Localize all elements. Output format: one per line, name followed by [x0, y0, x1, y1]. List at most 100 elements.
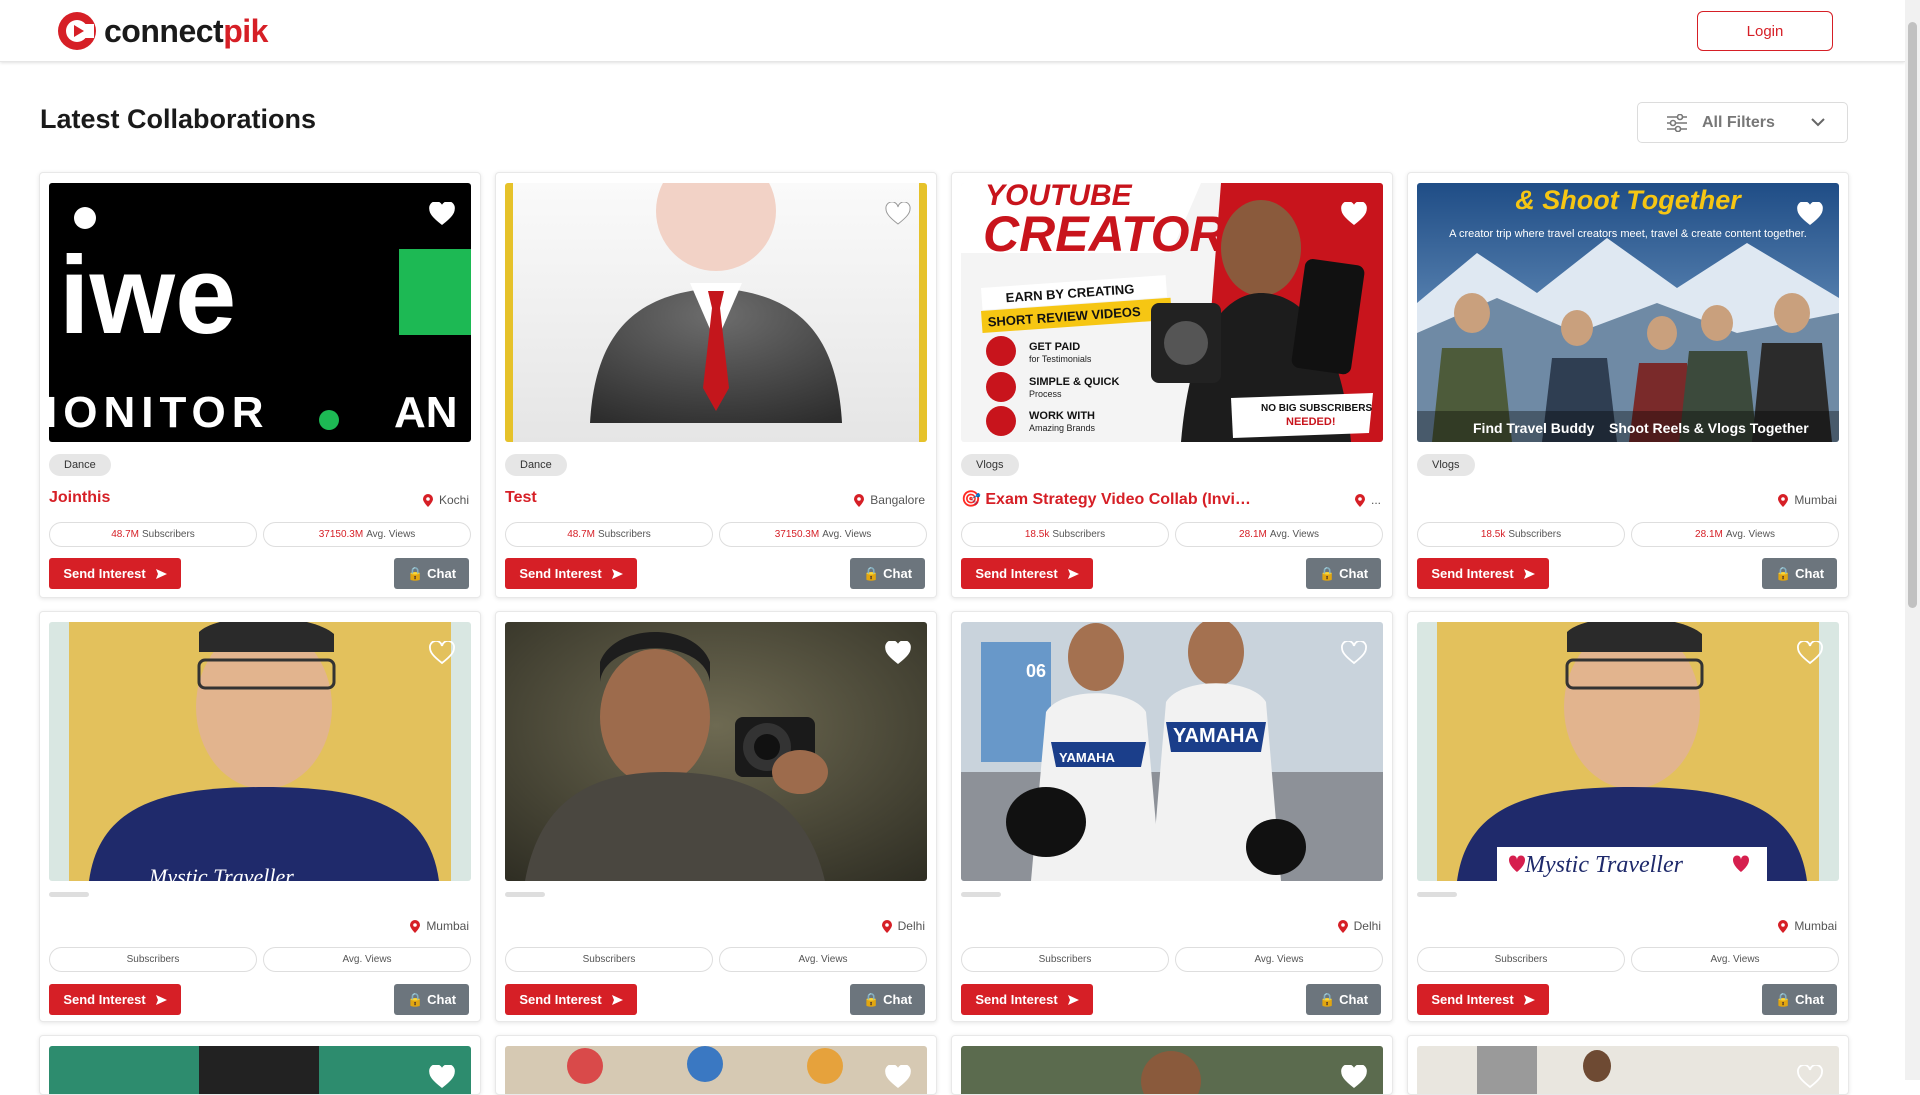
heart-icon[interactable] — [429, 641, 455, 665]
brand-logo[interactable]: connectpik — [56, 10, 268, 52]
stats-row: 18.5k Subscribers 28.1M Avg. Views — [961, 522, 1383, 547]
scrollbar-thumb[interactable] — [1908, 22, 1917, 608]
send-interest-label: Send Interest — [1431, 566, 1514, 581]
collab-card[interactable] — [951, 1035, 1393, 1095]
chat-button[interactable]: 🔒 Chat — [394, 558, 469, 589]
collab-card[interactable]: Delhi Subscribers Avg. Views Send Intere… — [495, 611, 937, 1022]
collab-card[interactable] — [39, 1035, 481, 1095]
card-thumbnail[interactable]: YOUTUBE CREATOR? EARN BY CREATING SHORT … — [961, 183, 1383, 442]
svg-text:06: 06 — [1026, 661, 1046, 681]
chat-button[interactable]: 🔒 Chat — [1762, 984, 1837, 1015]
collab-card[interactable]: YOUTUBE CREATOR? EARN BY CREATING SHORT … — [951, 172, 1393, 598]
heart-icon[interactable] — [885, 202, 911, 226]
card-thumbnail[interactable]: 06 YAMAHA YAMAHA — [961, 622, 1383, 881]
subscribers-stat: 18.5k Subscribers — [1417, 522, 1625, 547]
card-thumbnail[interactable] — [505, 183, 927, 442]
collab-card[interactable]: Mystic Traveller Mumbai Subscribers Avg.… — [1407, 611, 1849, 1022]
creator-name[interactable]: Test — [505, 489, 537, 507]
location-label: Mumbai — [1794, 919, 1837, 933]
chat-button[interactable]: 🔒 Chat — [394, 984, 469, 1015]
send-interest-button[interactable]: Send Interest — [49, 558, 181, 589]
page-scrollbar[interactable] — [1905, 0, 1920, 1080]
stats-row: 48.7M Subscribers 37150.3M Avg. Views — [505, 522, 927, 547]
svg-text:AN: AN — [394, 388, 458, 437]
heart-icon[interactable] — [1797, 641, 1823, 665]
creator-name[interactable]: Jointhis — [49, 489, 110, 507]
heart-icon[interactable] — [1341, 641, 1367, 665]
location-label: ... — [1370, 493, 1381, 507]
top-navbar: connectpik Login — [0, 0, 1905, 62]
heart-icon[interactable] — [885, 641, 911, 665]
all-filters-button[interactable]: All Filters — [1637, 102, 1848, 143]
avg-views-stat: 28.1M Avg. Views — [1631, 522, 1839, 547]
location-pin-icon — [1778, 493, 1789, 507]
creator-name[interactable]: 🎯 Exam Strategy Video Collab (Invite... — [961, 489, 1251, 509]
send-arrow-icon — [611, 568, 623, 579]
lock-icon: 🔒 — [1318, 565, 1336, 581]
collaborations-grid: iwe IONITOR AN Dance Jointhis Kochi 48.7… — [39, 172, 1849, 1095]
heart-icon[interactable] — [1797, 1065, 1823, 1089]
collab-card[interactable]: Dance Test Bangalore 48.7M Subscribers 37… — [495, 172, 937, 598]
chat-button[interactable]: 🔒 Chat — [850, 558, 925, 589]
card-thumbnail[interactable] — [961, 1046, 1383, 1094]
thumbnail-image: YOUTUBE CREATOR? EARN BY CREATING SHORT … — [961, 183, 1383, 442]
send-interest-label: Send Interest — [1431, 992, 1514, 1007]
send-interest-button[interactable]: Send Interest — [49, 984, 181, 1015]
subscribers-value: 18.5k — [1024, 529, 1050, 540]
collab-card[interactable]: & Shoot Together A creator trip where tr… — [1407, 172, 1849, 598]
subscribers-stat: 48.7M Subscribers — [49, 522, 257, 547]
send-interest-button[interactable]: Send Interest — [505, 558, 637, 589]
category-tag[interactable]: Vlogs — [1417, 454, 1475, 476]
heart-icon[interactable] — [885, 1065, 911, 1089]
brand-name: connectpik — [104, 13, 268, 50]
svg-text:NEEDED!: NEEDED! — [1286, 416, 1336, 428]
chat-button[interactable]: 🔒 Chat — [850, 984, 925, 1015]
lock-icon: 🔒 — [1318, 991, 1336, 1007]
location-pin-icon — [1337, 919, 1348, 933]
collab-card[interactable] — [1407, 1035, 1849, 1095]
login-button[interactable]: Login — [1697, 11, 1833, 51]
heart-icon[interactable] — [1341, 1065, 1367, 1089]
collab-card[interactable]: 06 YAMAHA YAMAHA Delhi Subscribers Avg. … — [951, 611, 1393, 1022]
category-tag[interactable]: Vlogs — [961, 454, 1019, 476]
card-thumbnail[interactable] — [49, 1046, 471, 1094]
svg-text:Find Travel Buddy: Find Travel Buddy — [1473, 420, 1595, 436]
svg-text:CREATOR?: CREATOR? — [983, 206, 1256, 262]
chat-label: Chat — [427, 566, 457, 581]
chat-button[interactable]: 🔒 Chat — [1306, 984, 1381, 1015]
subscribers-value: 18.5k — [1480, 529, 1506, 540]
avg-views-stat: 37150.3M Avg. Views — [263, 522, 471, 547]
send-arrow-icon — [611, 994, 623, 1005]
chat-button[interactable]: 🔒 Chat — [1306, 558, 1381, 589]
location: Bangalore — [854, 493, 925, 507]
heart-icon[interactable] — [1797, 202, 1823, 226]
card-thumbnail[interactable]: iwe IONITOR AN — [49, 183, 471, 442]
chat-button[interactable]: 🔒 Chat — [1762, 558, 1837, 589]
send-interest-button[interactable]: Send Interest — [505, 984, 637, 1015]
stats-row: 48.7M Subscribers 37150.3M Avg. Views — [49, 522, 471, 547]
category-tag[interactable]: Dance — [49, 454, 111, 476]
card-thumbnail[interactable]: Mystic Traveller — [49, 622, 471, 881]
category-tag[interactable]: Dance — [505, 454, 567, 476]
send-interest-button[interactable]: Send Interest — [1417, 984, 1549, 1015]
collab-card[interactable]: Mystic Traveller Mumbai Subscribers Avg.… — [39, 611, 481, 1022]
card-thumbnail[interactable] — [505, 622, 927, 881]
send-interest-button[interactable]: Send Interest — [961, 984, 1093, 1015]
collab-card[interactable] — [495, 1035, 937, 1095]
heart-icon[interactable] — [429, 1065, 455, 1089]
thumbnail-image — [961, 1046, 1383, 1094]
stats-row: Subscribers Avg. Views — [505, 947, 927, 972]
heart-icon[interactable] — [429, 202, 455, 226]
location: Mumbai — [410, 919, 469, 933]
card-thumbnail[interactable] — [505, 1046, 927, 1094]
collab-card[interactable]: iwe IONITOR AN Dance Jointhis Kochi 48.7… — [39, 172, 481, 598]
location-pin-icon — [1354, 493, 1365, 507]
send-interest-label: Send Interest — [975, 992, 1058, 1007]
send-interest-button[interactable]: Send Interest — [961, 558, 1093, 589]
send-interest-button[interactable]: Send Interest — [1417, 558, 1549, 589]
lock-icon: 🔒 — [1774, 565, 1792, 581]
card-thumbnail[interactable] — [1417, 1046, 1839, 1094]
card-thumbnail[interactable]: & Shoot Together A creator trip where tr… — [1417, 183, 1839, 442]
card-thumbnail[interactable]: Mystic Traveller — [1417, 622, 1839, 881]
heart-icon[interactable] — [1341, 202, 1367, 226]
